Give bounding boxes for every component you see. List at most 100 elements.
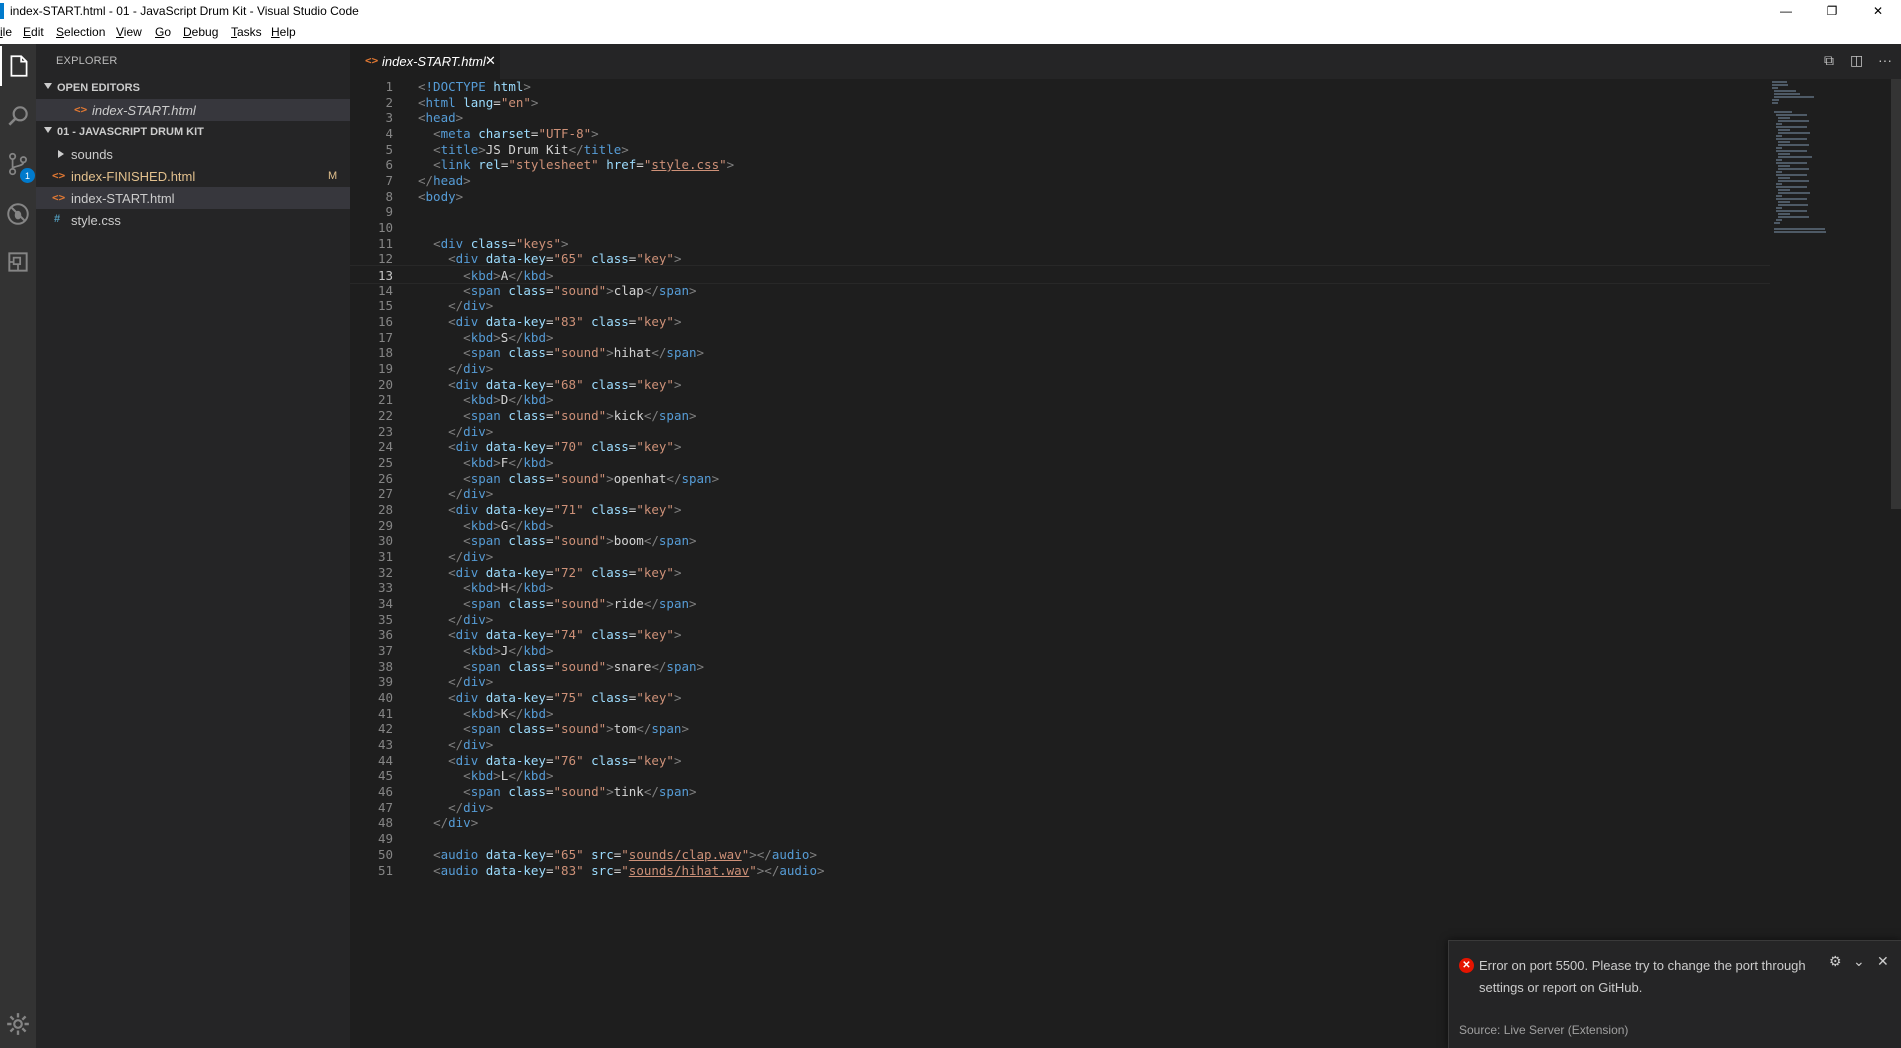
minimap-line: [1774, 96, 1814, 98]
minimap-line: [1776, 138, 1807, 140]
tree-item-index-finished[interactable]: <> index-FINISHED.html M: [36, 165, 350, 187]
minimap-line: [1778, 165, 1790, 167]
notification-settings-gear-icon[interactable]: ⚙: [1829, 953, 1842, 970]
minimap[interactable]: [1770, 79, 1890, 279]
split-editor-icon[interactable]: ◫: [1850, 52, 1863, 69]
minimap-line: [1776, 135, 1782, 137]
tree-item-label: sounds: [71, 147, 113, 162]
minimap-line: [1778, 129, 1790, 131]
html-file-icon: <>: [52, 191, 66, 204]
collapse-chevron-icon[interactable]: ⌄: [1853, 953, 1865, 970]
tree-item-label: style.css: [71, 213, 121, 228]
editor-scrollbar[interactable]: [1891, 79, 1901, 509]
vscode-logo-icon: [0, 3, 4, 19]
menu-debug[interactable]: Debug: [183, 25, 218, 39]
minimap-line: [1776, 195, 1782, 197]
debug-icon[interactable]: [0, 194, 36, 234]
settings-gear-icon[interactable]: [0, 1004, 36, 1044]
minimap-line: [1778, 153, 1790, 155]
minimap-line: [1776, 126, 1807, 128]
open-editors-header[interactable]: OPEN EDITORS: [36, 77, 350, 99]
minimap-line: [1776, 219, 1782, 221]
menu-selection[interactable]: Selection: [56, 25, 105, 39]
minimap-line: [1778, 201, 1790, 203]
title-bar: index-START.html - 01 - JavaScript Drum …: [0, 0, 1901, 22]
minimap-line: [1774, 111, 1792, 113]
minimap-line: [1772, 81, 1787, 83]
open-preview-icon[interactable]: ⧉: [1824, 52, 1834, 69]
close-tab-icon[interactable]: ✕: [485, 53, 496, 69]
search-icon[interactable]: [0, 96, 36, 136]
folder-header[interactable]: 01 - JAVASCRIPT DRUM KIT: [36, 121, 350, 143]
minimap-line: [1778, 168, 1809, 170]
minimap-line: [1774, 222, 1780, 224]
minimap-line: [1776, 159, 1782, 161]
html-file-icon: <>: [365, 54, 379, 67]
explorer-icon[interactable]: [0, 46, 36, 86]
restore-button[interactable]: ❐: [1809, 0, 1855, 22]
menu-go[interactable]: Go: [155, 25, 171, 39]
minimap-line: [1776, 198, 1807, 200]
explorer-sidebar: EXPLORER OPEN EDITORS <> index-START.htm…: [36, 44, 350, 1048]
menu-file[interactable]: ile: [0, 25, 12, 39]
minimap-line: [1776, 207, 1782, 209]
minimap-line: [1776, 210, 1807, 212]
open-editor-item[interactable]: <> index-START.html: [36, 99, 350, 121]
minimap-line: [1774, 93, 1800, 95]
folder-label: 01 - JAVASCRIPT DRUM KIT: [57, 126, 204, 138]
minimap-line: [1776, 123, 1782, 125]
menu-help[interactable]: Help: [271, 25, 296, 39]
minimap-line: [1778, 204, 1808, 206]
code-line[interactable]: 51 <audio data-key="83" src="sounds/hiha…: [350, 861, 1770, 880]
css-file-icon: #: [54, 213, 61, 225]
sidebar-title: EXPLORER: [56, 55, 118, 67]
minimap-line: [1778, 117, 1790, 119]
minimap-line: [1772, 102, 1778, 104]
minimap-line: [1778, 156, 1812, 158]
more-actions-icon[interactable]: ···: [1878, 52, 1892, 68]
minimap-line: [1776, 174, 1807, 176]
menu-view[interactable]: View: [116, 25, 142, 39]
tree-item-style-css[interactable]: # style.css: [36, 209, 350, 231]
minimap-line: [1776, 183, 1782, 185]
extensions-icon[interactable]: [0, 242, 36, 282]
close-notification-icon[interactable]: ✕: [1877, 953, 1889, 970]
minimap-line: [1778, 132, 1810, 134]
error-notification: ✕ Error on port 5500. Please try to chan…: [1448, 940, 1901, 1048]
source-control-icon[interactable]: 1: [0, 144, 36, 184]
menu-edit[interactable]: Edit: [23, 25, 44, 39]
minimap-line: [1776, 114, 1807, 116]
minimap-line: [1772, 87, 1778, 89]
minimap-line: [1776, 150, 1807, 152]
minimap-line: [1778, 120, 1809, 122]
tree-item-sounds[interactable]: sounds: [36, 143, 350, 165]
notification-message: Error on port 5500. Please try to change…: [1479, 958, 1806, 995]
chevron-down-icon: [44, 127, 52, 133]
html-file-icon: <>: [74, 103, 88, 116]
minimap-line: [1772, 84, 1788, 86]
error-icon: ✕: [1459, 958, 1474, 973]
menu-tasks[interactable]: Tasks: [231, 25, 262, 39]
tree-item-index-start[interactable]: <> index-START.html: [36, 187, 350, 209]
minimize-button[interactable]: —: [1763, 0, 1809, 22]
modified-badge: M: [328, 170, 338, 182]
chevron-right-icon: [58, 150, 64, 158]
line-number: 51: [377, 863, 393, 878]
close-window-button[interactable]: ✕: [1855, 0, 1901, 22]
minimap-line: [1776, 171, 1782, 173]
menu-bar: ile Edit Selection View Go Debug Tasks H…: [0, 22, 1901, 44]
activity-bar: 1: [0, 44, 36, 1048]
minimap-line: [1776, 186, 1807, 188]
minimap-line: [1778, 216, 1809, 218]
minimap-line: [1778, 144, 1809, 146]
minimap-line: [1778, 177, 1790, 179]
minimap-line: [1778, 213, 1790, 215]
notification-source: Source: Live Server (Extension): [1459, 1023, 1629, 1037]
minimap-line: [1772, 99, 1779, 101]
tab-index-start[interactable]: <> index-START.html ✕: [350, 44, 500, 79]
html-file-icon: <>: [52, 169, 66, 182]
open-editors-label: OPEN EDITORS: [57, 82, 140, 94]
open-editor-name: index-START.html: [92, 103, 196, 118]
editor-tabs: <> index-START.html ✕ ⧉ ◫ ···: [350, 44, 1901, 79]
code-editor[interactable]: 1 <!DOCTYPE html> 2 <html lang="en"> 3 <head>…: [350, 79, 1901, 1048]
